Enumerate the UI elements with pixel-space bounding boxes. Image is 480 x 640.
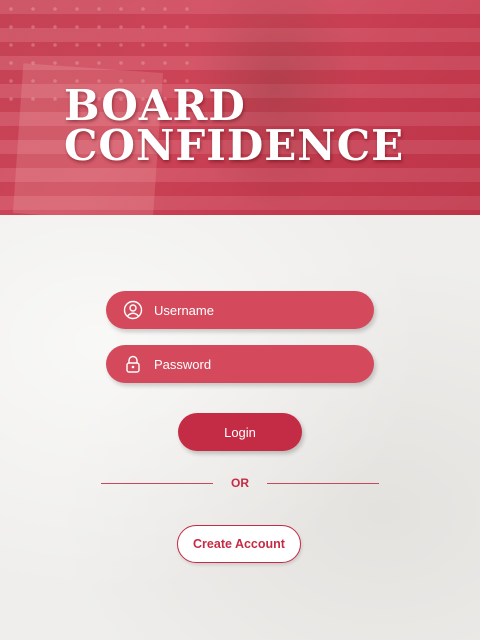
login-form: Username Password Login OR Create Accoun… bbox=[0, 215, 480, 640]
password-placeholder: Password bbox=[154, 356, 212, 372]
divider-or-text: OR bbox=[231, 476, 249, 490]
lock-icon bbox=[122, 353, 144, 375]
app-title: BOARD CONFIDENCE bbox=[64, 81, 405, 170]
username-field[interactable]: Username bbox=[106, 291, 374, 329]
header-banner: BOARD CONFIDENCE bbox=[0, 0, 480, 215]
divider-right bbox=[267, 483, 379, 484]
login-button[interactable]: Login bbox=[178, 413, 302, 451]
password-field[interactable]: Password bbox=[106, 345, 374, 383]
app-title-line1: BOARD bbox=[64, 81, 246, 130]
divider-left bbox=[101, 483, 213, 484]
create-account-button[interactable]: Create Account bbox=[177, 525, 301, 563]
app-title-line2: CONFIDENCE bbox=[64, 120, 405, 170]
user-circle-icon bbox=[122, 299, 144, 321]
username-placeholder: Username bbox=[154, 302, 214, 318]
